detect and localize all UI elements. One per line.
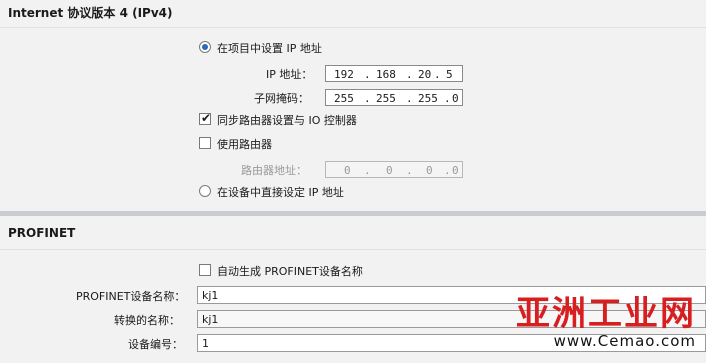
section-separator	[0, 211, 706, 216]
subnet-mask-field[interactable]: 255 . 255 . 255 . 0	[325, 89, 463, 106]
subnet-octet-1[interactable]: 255	[334, 92, 354, 105]
radio-set-in-project[interactable]	[199, 41, 211, 53]
router-octet-2: 0	[386, 164, 393, 177]
watermark-url: www.Cemao.com	[553, 332, 696, 350]
ip-octet-2[interactable]: 168	[376, 68, 396, 81]
ip-address-field[interactable]: 192 . 168 . 20 . 5	[325, 65, 463, 82]
radio-set-on-device[interactable]	[199, 185, 211, 197]
watermark-brand: 亚洲工业网	[516, 294, 696, 334]
ip-dot: .	[406, 164, 413, 177]
ip-dot: .	[434, 68, 441, 81]
ip-dot: .	[364, 164, 371, 177]
radio-set-in-project-label: 在项目中设置 IP 地址	[217, 42, 322, 55]
router-octet-3: 0	[426, 164, 433, 177]
sync-router-label: 同步路由器设置与 IO 控制器	[217, 114, 357, 127]
ip-dot: .	[406, 92, 413, 105]
use-router-checkbox[interactable]	[199, 137, 211, 149]
section-divider	[0, 249, 706, 250]
ip-dot: .	[444, 164, 451, 177]
subnet-octet-2[interactable]: 255	[376, 92, 396, 105]
watermark: 亚洲工业网 www.Cemao.com	[516, 296, 696, 350]
router-octet-1: 0	[344, 164, 351, 177]
ip-dot: .	[364, 92, 371, 105]
ip-address-label: IP 地址：	[266, 68, 313, 81]
ip-dot: .	[364, 68, 371, 81]
converted-name-label: 转换的名称：	[114, 314, 180, 327]
subnet-mask-label: 子网掩码：	[254, 92, 309, 105]
router-octet-4: 0	[452, 164, 459, 177]
ip-octet-3[interactable]: 20	[418, 68, 431, 81]
use-router-label: 使用路由器	[217, 138, 272, 151]
profinet-section-title: PROFINET	[8, 226, 76, 240]
device-name-label: PROFINET设备名称：	[76, 290, 186, 303]
router-address-label: 路由器地址：	[241, 164, 307, 177]
ip-octet-1[interactable]: 192	[334, 68, 354, 81]
section-divider	[0, 27, 706, 28]
subnet-octet-3[interactable]: 255	[418, 92, 438, 105]
subnet-octet-4[interactable]: 0	[452, 92, 459, 105]
auto-generate-name-label: 自动生成 PROFINET设备名称	[217, 265, 363, 278]
auto-generate-name-checkbox[interactable]	[199, 264, 211, 276]
device-number-label: 设备编号：	[128, 338, 183, 351]
ip-octet-4[interactable]: 5	[446, 68, 453, 81]
ip-dot: .	[444, 92, 451, 105]
router-address-field: 0 . 0 . 0 . 0	[325, 161, 463, 178]
ipv4-section-title: Internet 协议版本 4 (IPv4)	[8, 6, 173, 20]
checkmark-icon: ✔	[201, 111, 212, 125]
radio-set-on-device-label: 在设备中直接设定 IP 地址	[217, 186, 344, 199]
ip-dot: .	[406, 68, 413, 81]
sync-router-checkbox[interactable]: ✔	[199, 111, 212, 125]
